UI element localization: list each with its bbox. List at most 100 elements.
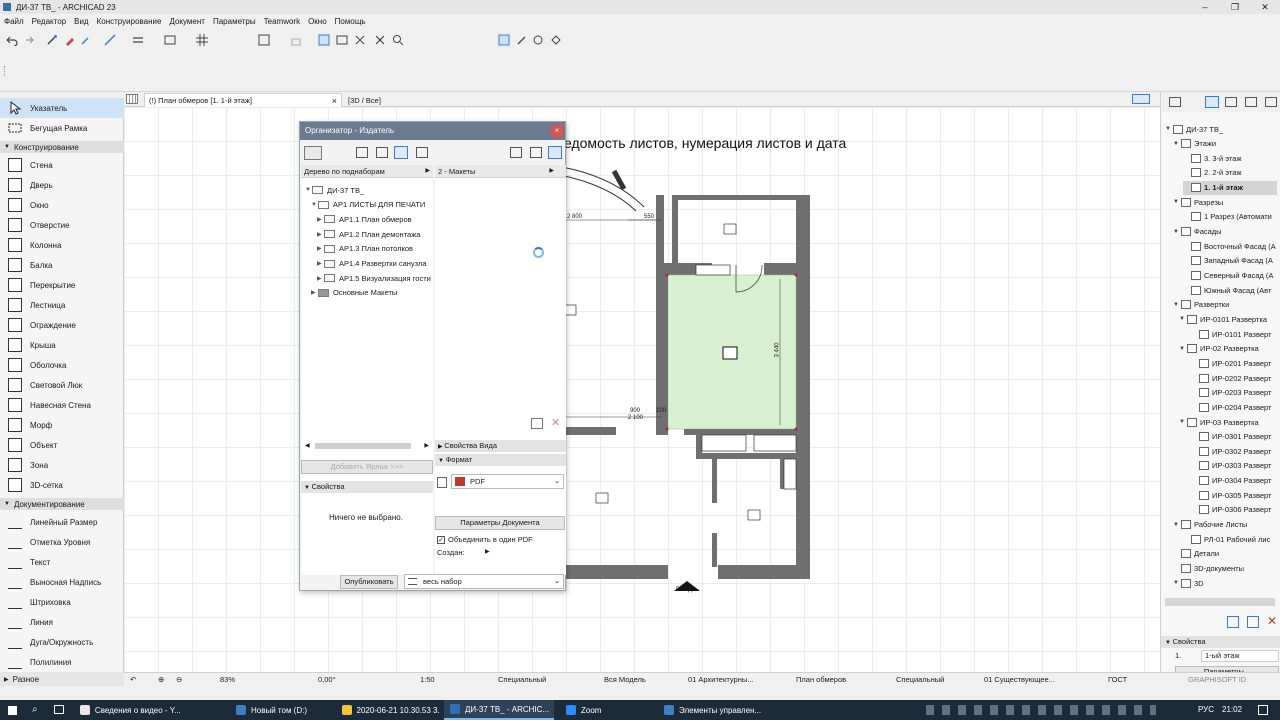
nav-item[interactable]: ▼ ДИ-37 ТВ_ bbox=[1165, 122, 1277, 136]
collapse-triangle-icon[interactable]: ▼ bbox=[1173, 141, 1181, 147]
tool-design-7[interactable]: Лестница bbox=[0, 295, 124, 315]
tool-design-4[interactable]: Колонна bbox=[0, 235, 124, 255]
tool-design-6[interactable]: Перекрытие bbox=[0, 275, 124, 295]
layout-book-icon[interactable] bbox=[1225, 97, 1237, 107]
format-select[interactable]: PDF ⌄ bbox=[451, 474, 564, 489]
layout-book-icon[interactable] bbox=[394, 146, 408, 159]
right-project-map-icon[interactable] bbox=[510, 147, 522, 158]
navigator-hscrollbar[interactable] bbox=[1165, 598, 1275, 606]
tree-layout-item[interactable]: ▶ АР1.1 План обмеров bbox=[317, 212, 412, 226]
collapse-triangle-icon[interactable]: ▼ bbox=[1173, 199, 1181, 205]
toolbox-group-misc[interactable]: ▶ Разное bbox=[0, 672, 124, 686]
created-arrow-icon[interactable]: ▶ bbox=[485, 548, 490, 555]
nav-item[interactable]: ИР-0301 Разверт bbox=[1191, 430, 1277, 444]
nav-item[interactable]: ▼ Разрезы bbox=[1173, 195, 1277, 209]
nav-item[interactable]: ИР-0202 Разверт bbox=[1191, 371, 1277, 385]
scroll-right-icon[interactable]: ▶ bbox=[424, 442, 429, 449]
nav-item[interactable]: РЛ-01 Рабочий лис bbox=[1183, 532, 1277, 546]
magic-wand-icon[interactable] bbox=[46, 34, 58, 46]
nav-item[interactable]: ИР-0305 Разверт bbox=[1191, 488, 1277, 502]
nav-item[interactable]: ▼ ИР-0101 Развертка bbox=[1179, 312, 1277, 326]
collapse-triangle-icon[interactable]: ▼ bbox=[1179, 419, 1187, 425]
zoom-value[interactable]: 83% bbox=[220, 673, 235, 687]
lock-icon[interactable] bbox=[290, 34, 302, 46]
expand-triangle-icon[interactable]: ▶ bbox=[317, 245, 324, 252]
dialog-title[interactable]: Организатор - Издатель bbox=[300, 122, 565, 140]
tool-design-9[interactable]: Крыша bbox=[0, 335, 124, 355]
menu-document[interactable]: Документ bbox=[165, 17, 209, 26]
nav-item[interactable]: ▼ Развертки bbox=[1173, 298, 1277, 312]
pick-up-icon[interactable] bbox=[64, 34, 76, 46]
angle-value[interactable]: 0,00° bbox=[318, 673, 336, 687]
nav-item[interactable]: ИР-0306 Разверт bbox=[1191, 503, 1277, 517]
nav-item[interactable]: ИР-0101 Разверт bbox=[1191, 327, 1277, 341]
input-language[interactable]: РУС bbox=[1198, 705, 1214, 714]
tool-design-16[interactable]: 3D-сетка bbox=[0, 475, 124, 495]
tab-floor-plan[interactable]: (!) План обмеров [1. 1-й этаж] × bbox=[144, 93, 342, 107]
nav-item[interactable]: ▼ Этажи bbox=[1173, 137, 1277, 151]
undo-view-icon[interactable]: ↶ bbox=[130, 673, 136, 687]
zoom-in-icon[interactable]: ⊕ bbox=[158, 673, 164, 687]
tool-doc-0[interactable]: Линейный Размер bbox=[0, 512, 124, 532]
info-box-grip[interactable] bbox=[4, 66, 6, 76]
merge-pdf-checkbox[interactable]: ✓ bbox=[437, 536, 445, 544]
publisher-sets-icon[interactable] bbox=[416, 147, 428, 158]
nav-item[interactable]: ИР-0204 Разверт bbox=[1191, 400, 1277, 414]
grid-snap-icon[interactable] bbox=[196, 34, 208, 46]
start-icon[interactable] bbox=[8, 706, 17, 715]
ref-icon[interactable] bbox=[336, 34, 348, 46]
model-view-value[interactable]: Вся Модель bbox=[604, 673, 646, 687]
scope-select[interactable]: весь набор ⌄ bbox=[404, 574, 564, 589]
view-map-icon[interactable] bbox=[376, 147, 388, 158]
menu-view[interactable]: Вид bbox=[70, 17, 92, 26]
notification-icon[interactable] bbox=[1258, 705, 1268, 715]
left-hscrollbar[interactable]: ◀ ▶ bbox=[305, 442, 429, 450]
pen-icon[interactable] bbox=[516, 34, 528, 46]
cross-icon[interactable] bbox=[354, 34, 366, 46]
nav-item[interactable]: ИР-0302 Разверт bbox=[1191, 444, 1277, 458]
tool-design-10[interactable]: Оболочка bbox=[0, 355, 124, 375]
left-pane-header[interactable]: Дерево по поднаборам ▶ bbox=[301, 165, 433, 178]
nav-item[interactable]: 1 Разрез (Автомати bbox=[1183, 210, 1277, 224]
renovation-value[interactable]: 01 Существующее... bbox=[984, 673, 1055, 687]
doc-params-button[interactable]: Параметры Документа bbox=[435, 516, 565, 530]
tool-doc-1[interactable]: Отметка Уровня bbox=[0, 532, 124, 552]
align-icon[interactable] bbox=[132, 34, 144, 46]
collapse-triangle-icon[interactable]: ▼ bbox=[1173, 229, 1181, 235]
nav-item[interactable]: Западный Фасад (А bbox=[1183, 254, 1277, 268]
arrange-icon[interactable] bbox=[104, 34, 116, 46]
clock-time[interactable]: 21:02 bbox=[1222, 705, 1242, 714]
zoom-fit-icon[interactable]: ⊖ bbox=[176, 673, 182, 687]
maximize-icon[interactable]: ❐ bbox=[1220, 0, 1250, 14]
taskbar-app[interactable]: Сведения о видео - Y... bbox=[74, 700, 180, 720]
nav-item[interactable]: ИР-0303 Разверт bbox=[1191, 459, 1277, 473]
tool-design-13[interactable]: Морф bbox=[0, 415, 124, 435]
scroll-left-icon[interactable]: ◀ bbox=[305, 442, 310, 449]
menu-teamwork[interactable]: Teamwork bbox=[260, 17, 304, 26]
collapse-triangle-icon[interactable]: ▼ bbox=[1179, 346, 1187, 352]
collapse-triangle-icon[interactable]: ▼ bbox=[1179, 316, 1187, 322]
tool-design-5[interactable]: Балка bbox=[0, 255, 124, 275]
organizer-icon[interactable] bbox=[1265, 97, 1277, 107]
right-pane-header[interactable]: 2 - Макеты ▶ bbox=[435, 165, 566, 178]
tool-design-11[interactable]: Световой Люк bbox=[0, 375, 124, 395]
task-view-icon[interactable] bbox=[54, 705, 64, 714]
tool-doc-2[interactable]: Текст bbox=[0, 552, 124, 572]
minimize-icon[interactable]: – bbox=[1190, 0, 1220, 14]
redo-icon[interactable] bbox=[22, 34, 34, 46]
format-section-header[interactable]: ▼ Формат bbox=[435, 454, 566, 466]
tool-doc-3[interactable]: Выносная Надпись bbox=[0, 572, 124, 592]
search-icon[interactable]: ⌕ bbox=[32, 704, 38, 715]
nav-item[interactable]: Северный Фасад (А bbox=[1183, 269, 1277, 283]
organizer-mode-icon[interactable] bbox=[304, 146, 322, 160]
taskbar-app[interactable]: 2020-06-21 10.30.53 3... bbox=[336, 700, 440, 720]
scale-value[interactable]: 1:50 bbox=[420, 673, 435, 687]
tool-design-1[interactable]: Дверь bbox=[0, 175, 124, 195]
expand-triangle-icon[interactable]: ▶ bbox=[317, 275, 324, 282]
tree-set[interactable]: ▼ АР1 ЛИСТЫ ДЛЯ ПЕЧАТИ bbox=[311, 198, 425, 212]
nav-item[interactable]: Детали bbox=[1173, 547, 1277, 561]
collapse-triangle-icon[interactable]: ▼ bbox=[1173, 302, 1181, 308]
menu-file[interactable]: Файл bbox=[0, 17, 28, 26]
properties-section-header[interactable]: ▼ Свойства bbox=[301, 481, 433, 493]
nav-item[interactable]: 3. 3-й этаж bbox=[1183, 151, 1277, 165]
